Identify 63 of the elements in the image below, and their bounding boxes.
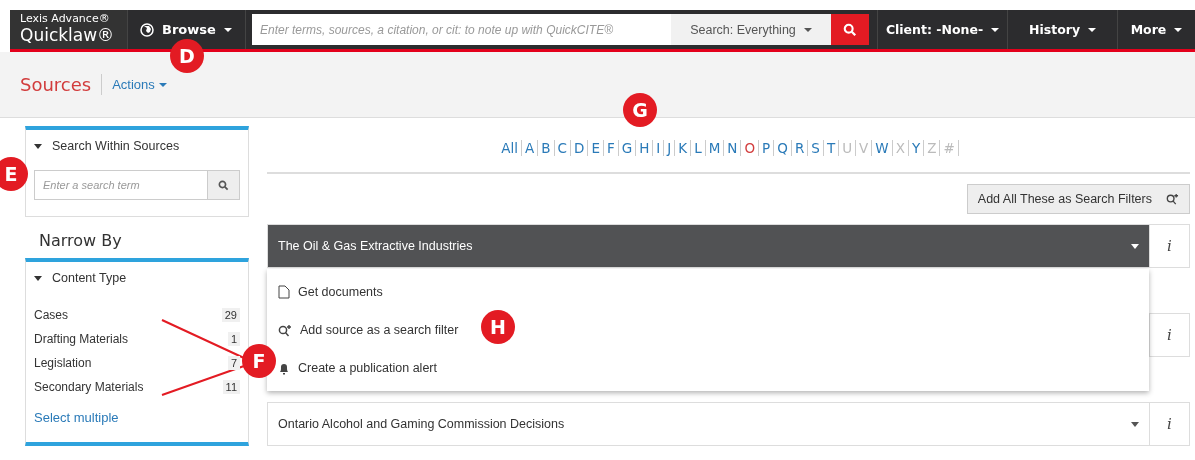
letter-link[interactable]: W [872, 140, 893, 156]
search-plus-icon [278, 323, 292, 337]
brand-name: Lexis Advance® [20, 13, 111, 25]
caret-icon [34, 275, 42, 281]
letter-link[interactable]: T [823, 140, 840, 156]
add-filters-button[interactable]: Add All These as Search Filters [966, 184, 1190, 214]
letter-link[interactable]: O [741, 140, 760, 156]
bell-icon [278, 361, 290, 375]
letter-link[interactable]: P [759, 140, 775, 156]
search-button[interactable] [831, 14, 869, 45]
source-row[interactable]: The Oil & Gas Extractive Industries [268, 225, 1149, 267]
caret-icon [1131, 243, 1139, 249]
facet-item[interactable]: Legislation 7 [34, 356, 240, 370]
menu-item[interactable]: Create a publication alert [278, 349, 437, 387]
letter-link[interactable]: B [538, 140, 555, 156]
facet-count: 29 [221, 308, 240, 322]
facet-count: 11 [222, 380, 240, 394]
search-scope-dropdown[interactable]: Search: Everything [671, 14, 831, 45]
search-button[interactable] [208, 170, 240, 200]
letter-link[interactable]: Q [774, 140, 792, 156]
menu-item[interactable]: Get documents [278, 273, 383, 311]
letter-link[interactable]: Y [908, 140, 925, 156]
letter-link[interactable]: C [554, 140, 571, 156]
panel-header[interactable]: Content Type [34, 268, 127, 288]
letter-link[interactable]: S [808, 140, 824, 156]
actions-menu[interactable]: Actions [112, 77, 167, 92]
page-title: Sources [20, 74, 103, 95]
search-plus-icon [1166, 193, 1179, 205]
panel-header[interactable]: Search Within Sources [34, 136, 180, 156]
search-icon [843, 22, 857, 37]
letter-link[interactable]: D [571, 140, 589, 156]
globe-icon [140, 22, 154, 37]
letter-link[interactable]: E [588, 140, 604, 156]
search-icon [218, 179, 229, 191]
section-heading: Narrow By [38, 230, 123, 252]
menu-item[interactable]: Add source as a search filter [278, 311, 459, 349]
letter-link[interactable]: L [691, 140, 706, 156]
select-multiple-link[interactable]: Select multiple [34, 410, 119, 425]
letter-link[interactable]: N [724, 140, 742, 156]
letter-link[interactable]: A [522, 140, 539, 156]
facet-item[interactable]: Secondary Materials 11 [34, 380, 240, 394]
letter-link[interactable]: G [618, 140, 637, 156]
letter-link[interactable]: R [791, 140, 809, 156]
brand-name: Quicklaw® [20, 25, 116, 45]
facet-item[interactable]: Cases 29 [34, 308, 240, 322]
search-field[interactable]: Enter terms, sources, a citation, or cit: to note up with QuickCITE® [252, 14, 671, 45]
letter-link[interactable]: M [705, 140, 725, 156]
letter-link[interactable]: F [603, 140, 619, 156]
caret-icon [34, 143, 42, 149]
letter-link[interactable]: All [498, 140, 523, 156]
letter-link[interactable]: H [636, 140, 654, 156]
search-within-field[interactable]: Enter a search term [34, 170, 208, 200]
facet-count: 1 [227, 332, 240, 346]
letter-link[interactable]: J [664, 140, 676, 156]
letter-link[interactable]: I [653, 140, 665, 156]
letter-link[interactable]: K [675, 140, 692, 156]
facet-count: 7 [227, 356, 240, 370]
caret-icon [1131, 421, 1139, 427]
brand-logo[interactable]: Lexis Advance® Quicklaw® [10, 10, 128, 49]
facet-item[interactable]: Drafting Materials 1 [34, 332, 240, 346]
callout-badge: E [0, 157, 28, 191]
callout-badge: G [623, 93, 657, 127]
document-icon [278, 285, 290, 299]
